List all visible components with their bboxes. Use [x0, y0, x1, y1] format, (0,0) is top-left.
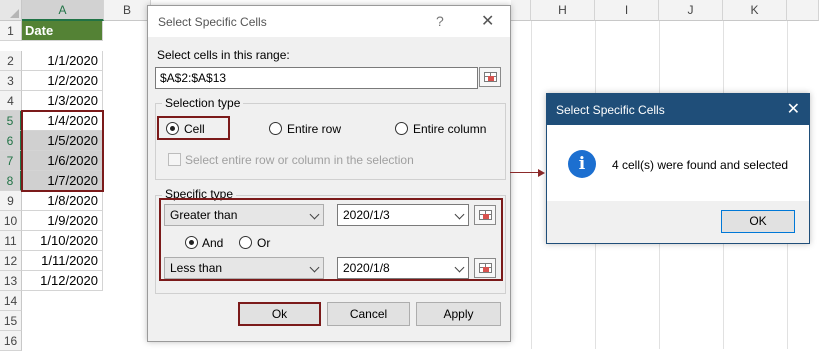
row-header-10[interactable]: 10	[0, 211, 22, 231]
column-header-l[interactable]	[787, 0, 819, 21]
cell-a9[interactable]: 1/8/2020	[22, 191, 103, 211]
select-all-corner[interactable]	[0, 0, 22, 21]
message-ok-button[interactable]: OK	[721, 210, 795, 233]
row-header-5[interactable]: 5	[0, 111, 22, 131]
radio-or[interactable]	[239, 236, 252, 249]
close-icon[interactable]: ✕	[787, 99, 800, 119]
row-header-11[interactable]: 11	[0, 231, 22, 251]
arrow-head-icon	[538, 169, 545, 177]
column-header-a[interactable]: A	[22, 0, 104, 21]
apply-button[interactable]: Apply	[416, 302, 501, 326]
entire-row-column-checkbox[interactable]	[168, 153, 181, 166]
gridline	[531, 21, 532, 349]
dialog-title: Select Specific Cells	[158, 15, 267, 29]
cell-a13[interactable]: 1/12/2020	[22, 271, 103, 291]
condition1-value: Greater than	[170, 208, 238, 222]
cell-a7[interactable]: 1/6/2020	[22, 151, 103, 171]
value1-picker-button[interactable]	[474, 205, 496, 225]
message-titlebar[interactable]: Select Specific Cells ✕	[547, 94, 809, 125]
range-label: Select cells in this range:	[157, 48, 290, 62]
column-header-g-part[interactable]	[511, 0, 531, 21]
specific-type-title: Specific type	[162, 187, 237, 201]
selection-type-group	[155, 103, 506, 180]
value2-picker-button[interactable]	[474, 258, 496, 278]
range-input[interactable]: $A$2:$A$13	[155, 67, 478, 89]
row-header-1[interactable]: 1	[0, 21, 22, 41]
cell-a6[interactable]: 1/5/2020	[22, 131, 103, 151]
message-title: Select Specific Cells	[556, 103, 665, 117]
help-button[interactable]: ?	[436, 13, 444, 29]
radio-entire-column[interactable]	[395, 122, 408, 135]
chevron-down-icon	[454, 209, 465, 220]
value1-input[interactable]: 2020/1/3	[337, 204, 469, 226]
radio-and-label[interactable]: And	[202, 236, 223, 250]
condition2-select[interactable]: Less than	[164, 257, 324, 279]
cell-a1-header[interactable]: Date	[22, 21, 103, 41]
radio-entire-row[interactable]	[269, 122, 282, 135]
row-header-14[interactable]: 14	[0, 291, 22, 311]
column-header-i[interactable]: I	[595, 0, 659, 21]
value2-text: 2020/1/8	[343, 261, 390, 275]
radio-cell-label[interactable]: Cell	[184, 122, 205, 136]
column-header-h[interactable]: H	[531, 0, 595, 21]
close-icon[interactable]: ✕	[481, 11, 494, 31]
row-header-6[interactable]: 6	[0, 131, 22, 151]
arrow-connector	[510, 172, 540, 173]
column-header-b[interactable]: B	[104, 0, 151, 21]
ok-button[interactable]: Ok	[238, 302, 321, 326]
column-header-k[interactable]: K	[723, 0, 787, 21]
cell-a12[interactable]: 1/11/2020	[22, 251, 103, 271]
column-header-j[interactable]: J	[659, 0, 723, 21]
cell-a3[interactable]: 1/2/2020	[22, 71, 103, 91]
cancel-button[interactable]: Cancel	[327, 302, 410, 326]
chevron-down-icon	[309, 262, 320, 273]
value1-text: 2020/1/3	[343, 208, 390, 222]
cell-a10[interactable]: 1/9/2020	[22, 211, 103, 231]
value2-input[interactable]: 2020/1/8	[337, 257, 469, 279]
cell-a11[interactable]: 1/10/2020	[22, 231, 103, 251]
row-header-8[interactable]: 8	[0, 171, 22, 191]
row-header-12[interactable]: 12	[0, 251, 22, 271]
row-header-9[interactable]: 9	[0, 191, 22, 211]
row-header-3[interactable]: 3	[0, 71, 22, 91]
row-header-4[interactable]: 4	[0, 91, 22, 111]
row-header-16[interactable]: 16	[0, 331, 22, 351]
message-footer: OK	[547, 201, 809, 243]
chevron-down-icon	[454, 262, 465, 273]
cell-a8[interactable]: 1/7/2020	[22, 171, 103, 191]
selection-type-title: Selection type	[162, 96, 244, 110]
message-text: 4 cell(s) were found and selected	[612, 158, 789, 172]
info-icon: i	[568, 150, 596, 178]
condition1-select[interactable]: Greater than	[164, 204, 324, 226]
entire-row-column-label: Select entire row or column in the selec…	[185, 153, 414, 167]
dialog-titlebar[interactable]: Select Specific Cells ? ✕	[148, 6, 510, 37]
chevron-down-icon	[309, 209, 320, 220]
row-header-15[interactable]: 15	[0, 311, 22, 331]
cell-a2[interactable]: 1/1/2020	[22, 51, 103, 71]
select-specific-cells-dialog: Select Specific Cells ? ✕ Select cells i…	[147, 5, 511, 342]
row-header-2[interactable]: 2	[0, 51, 22, 71]
radio-or-label[interactable]: Or	[257, 236, 270, 250]
radio-entire-column-label[interactable]: Entire column	[413, 122, 486, 136]
radio-and[interactable]	[185, 236, 198, 249]
radio-cell[interactable]	[166, 122, 179, 135]
row-header-13[interactable]: 13	[0, 271, 22, 291]
row-header-7[interactable]: 7	[0, 151, 22, 171]
cell-a4[interactable]: 1/3/2020	[22, 91, 103, 111]
cell-a5[interactable]: 1/4/2020	[22, 111, 103, 131]
range-picker-button[interactable]	[479, 67, 501, 87]
radio-entire-row-label[interactable]: Entire row	[287, 122, 341, 136]
result-message-box: Select Specific Cells ✕ i 4 cell(s) were…	[546, 93, 810, 244]
condition2-value: Less than	[170, 261, 223, 275]
